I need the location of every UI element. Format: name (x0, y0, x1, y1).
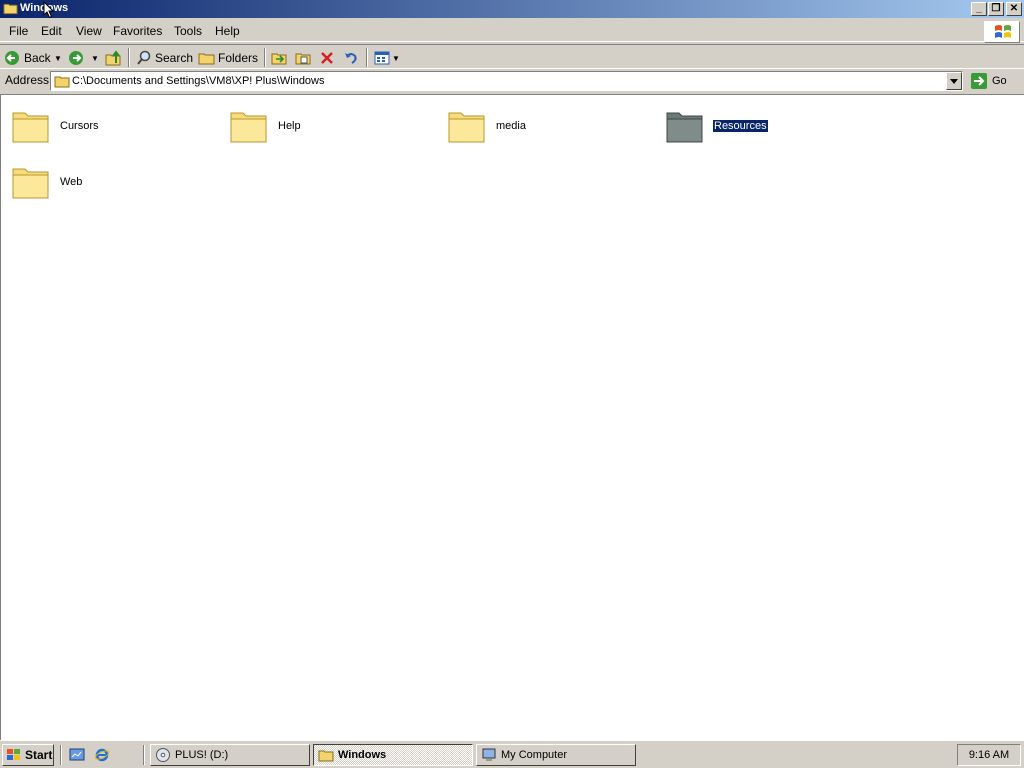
undo-icon (345, 53, 357, 64)
internet-explorer-icon[interactable] (94, 747, 110, 763)
my-computer-icon (482, 748, 496, 761)
copy-to-button[interactable] (295, 48, 312, 68)
folder-item-help[interactable]: Help (229, 105, 302, 147)
quicklaunch-separator (60, 745, 62, 765)
folder-icon (3, 3, 18, 15)
start-button[interactable]: Start (2, 744, 54, 766)
toolbar-separator (366, 48, 368, 67)
folder-icon (448, 112, 485, 143)
copy-to-icon (295, 53, 311, 65)
search-label: Search (155, 51, 194, 65)
mouse-cursor-icon (43, 1, 55, 19)
address-label: Address (5, 73, 50, 87)
folder-view[interactable]: Cursors Help media Resources Web (0, 94, 1024, 740)
folder-icon (230, 112, 267, 143)
address-input[interactable]: C:\Documents and Settings\VM8\XP! Plus\W… (50, 71, 963, 91)
close-button[interactable]: ✕ (1006, 2, 1022, 16)
menu-edit[interactable]: Edit (41, 24, 62, 38)
views-button[interactable]: ▼ (374, 48, 400, 68)
task-label: Windows (338, 749, 387, 761)
toolbar-separator (128, 48, 130, 67)
start-label: Start (25, 748, 53, 762)
folder-item-resources[interactable]: Resources (665, 105, 769, 147)
task-label: My Computer (501, 749, 568, 761)
menu-help[interactable]: Help (215, 24, 240, 38)
up-folder-icon (105, 50, 121, 66)
back-label: Back (24, 51, 51, 65)
windows-logo-icon (984, 21, 1020, 43)
folders-button[interactable]: Folders (198, 48, 258, 68)
go-label: Go (992, 75, 1007, 87)
delete-button[interactable] (319, 48, 335, 68)
task-windows[interactable]: Windows (313, 744, 473, 766)
move-to-button[interactable] (271, 48, 288, 68)
folder-item-web[interactable]: Web (11, 161, 83, 203)
menu-file[interactable]: File (9, 24, 28, 38)
chevron-down-icon (950, 79, 958, 84)
folder-item-cursors[interactable]: Cursors (11, 105, 100, 147)
folder-icon (54, 76, 70, 88)
folders-label: Folders (218, 51, 259, 65)
taskbar: Start PLUS! (D:) Windows My Computer 9:1… (0, 740, 1024, 768)
up-folder-button[interactable] (105, 48, 123, 68)
go-arrow-icon (971, 73, 987, 89)
task-plus-drive[interactable]: PLUS! (D:) (150, 744, 310, 766)
task-label: PLUS! (D:) (175, 749, 229, 761)
title-bar[interactable]: Windows _ ❐ ✕ (0, 0, 1024, 18)
folder-label: media (496, 120, 526, 132)
back-dropdown[interactable]: ▼ (54, 48, 62, 68)
clock[interactable]: 9:16 AM (969, 749, 1009, 761)
move-to-icon (271, 53, 287, 65)
undo-button[interactable] (343, 48, 359, 68)
address-path: C:\Documents and Settings\VM8\XP! Plus\W… (72, 75, 325, 87)
address-dropdown-button[interactable] (946, 72, 962, 90)
forward-dropdown[interactable]: ▼ (91, 48, 99, 68)
back-button[interactable]: Back (4, 48, 51, 68)
folder-icon (12, 168, 49, 199)
forward-button[interactable] (68, 48, 84, 68)
folder-icon (12, 112, 49, 143)
menu-tools[interactable]: Tools (174, 24, 202, 38)
go-button[interactable]: Go (970, 71, 1020, 91)
folder-icon (318, 750, 334, 762)
toolbar-separator (264, 48, 266, 67)
task-my-computer[interactable]: My Computer (476, 744, 636, 766)
restore-button[interactable]: ❐ (988, 2, 1004, 16)
search-icon (137, 50, 151, 65)
show-desktop-icon[interactable] (69, 747, 85, 763)
folder-icon (666, 112, 703, 143)
system-tray: 9:16 AM (957, 744, 1021, 766)
address-bar: Address C:\Documents and Settings\VM8\XP… (0, 70, 1024, 92)
folder-label: Help (278, 120, 301, 132)
folder-label: Resources (712, 119, 769, 133)
standard-toolbar: Back ▼ ▼ Search Folders ▼ (0, 44, 1024, 69)
folder-label: Cursors (60, 120, 99, 132)
forward-arrow-icon (69, 51, 83, 65)
back-arrow-icon (5, 51, 19, 65)
menu-bar: File Edit View Favorites Tools Help (0, 20, 1024, 43)
folder-item-media[interactable]: media (447, 105, 527, 147)
views-icon (374, 51, 390, 65)
menu-favorites[interactable]: Favorites (113, 24, 162, 38)
delete-icon (321, 52, 333, 64)
folders-icon (198, 53, 215, 65)
search-button[interactable]: Search (136, 48, 193, 68)
menu-view[interactable]: View (76, 24, 102, 38)
cd-drive-icon (156, 748, 170, 762)
minimize-button[interactable]: _ (971, 2, 987, 16)
windows-flag-icon (7, 749, 20, 760)
quicklaunch-separator (143, 745, 145, 765)
folder-label: Web (60, 176, 83, 188)
